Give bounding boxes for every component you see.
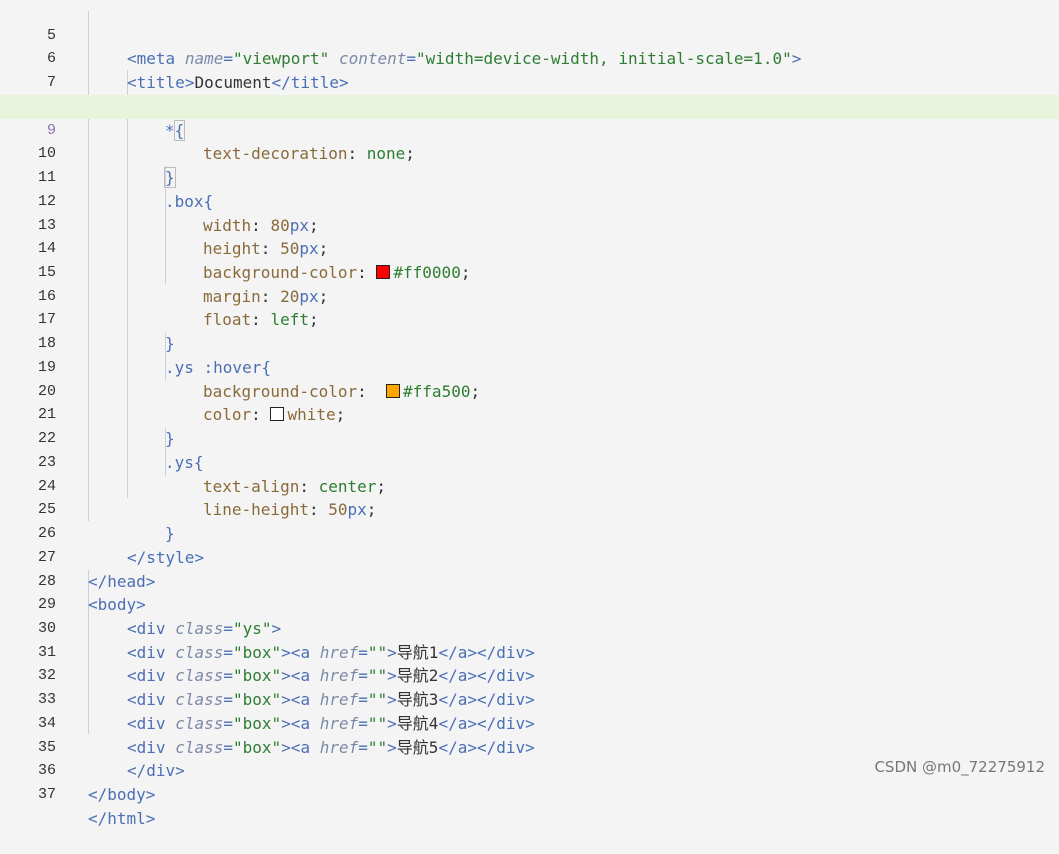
code-line[interactable]: 6 <title>Document</title>: [0, 24, 1059, 92]
code-line[interactable]: 15 margin: 20px;: [0, 237, 1059, 306]
code-line[interactable]: 7 <style>: [0, 47, 1059, 116]
code-line[interactable]: 35 </div>: [0, 712, 1059, 781]
code-line[interactable]: 11 .box{: [0, 142, 1059, 211]
code-line[interactable]: 33 <div class="box"><a href="">导航4</a></…: [0, 664, 1059, 733]
code-line[interactable]: 19 background-color: #ffa500;: [0, 332, 1059, 401]
code-line-active[interactable]: 9 text-decoration: none;: [0, 94, 1059, 163]
code-line[interactable]: 16 float: left;: [0, 261, 1059, 330]
code-line[interactable]: 18 .ys :hover{: [0, 308, 1059, 377]
watermark: CSDN @m0_72275912: [874, 758, 1045, 776]
code-line[interactable]: 34 <div class="box"><a href="">导航5</a></…: [0, 688, 1059, 757]
code-line[interactable]: 24 line-height: 50px;: [0, 451, 1059, 520]
code-line[interactable]: 28 <body>: [0, 546, 1059, 615]
code-line[interactable]: 14 background-color: #ff0000;: [0, 214, 1059, 282]
code-line[interactable]: 13 height: 50px;: [0, 190, 1059, 259]
code-line[interactable]: 36 </body>: [0, 736, 1059, 804]
code-line[interactable]: 22 .ys{: [0, 403, 1059, 472]
code-line[interactable]: 27 </head>: [0, 522, 1059, 591]
code-line[interactable]: 26 </style>: [0, 498, 1059, 567]
code-line[interactable]: 8 *{: [0, 71, 1059, 141]
code-line[interactable]: 23 text-align: center;: [0, 427, 1059, 496]
code-line[interactable]: 10 }: [0, 119, 1059, 189]
code-line[interactable]: 21 }: [0, 380, 1059, 448]
code-line[interactable]: 29 <div class="ys">: [0, 570, 1059, 638]
code-line[interactable]: 12 width: 80px;: [0, 166, 1059, 235]
code-line[interactable]: 17 }: [0, 285, 1059, 353]
code-line[interactable]: 5 <meta name="viewport" content="width=d…: [0, 0, 1059, 69]
code-line[interactable]: 32 <div class="box"><a href="">导航3</a></…: [0, 641, 1059, 709]
code-editor[interactable]: 5 <meta name="viewport" content="width=d…: [0, 0, 1059, 828]
code-line[interactable]: 25 }: [0, 475, 1059, 543]
code-line[interactable]: 31 <div class="box"><a href="">导航2</a></…: [0, 617, 1059, 686]
code-line[interactable]: 30 <div class="box"><a href="">导航1</a></…: [0, 593, 1059, 662]
code-text: </html>: [88, 808, 156, 828]
code-line[interactable]: 20 color: white;: [0, 356, 1059, 425]
